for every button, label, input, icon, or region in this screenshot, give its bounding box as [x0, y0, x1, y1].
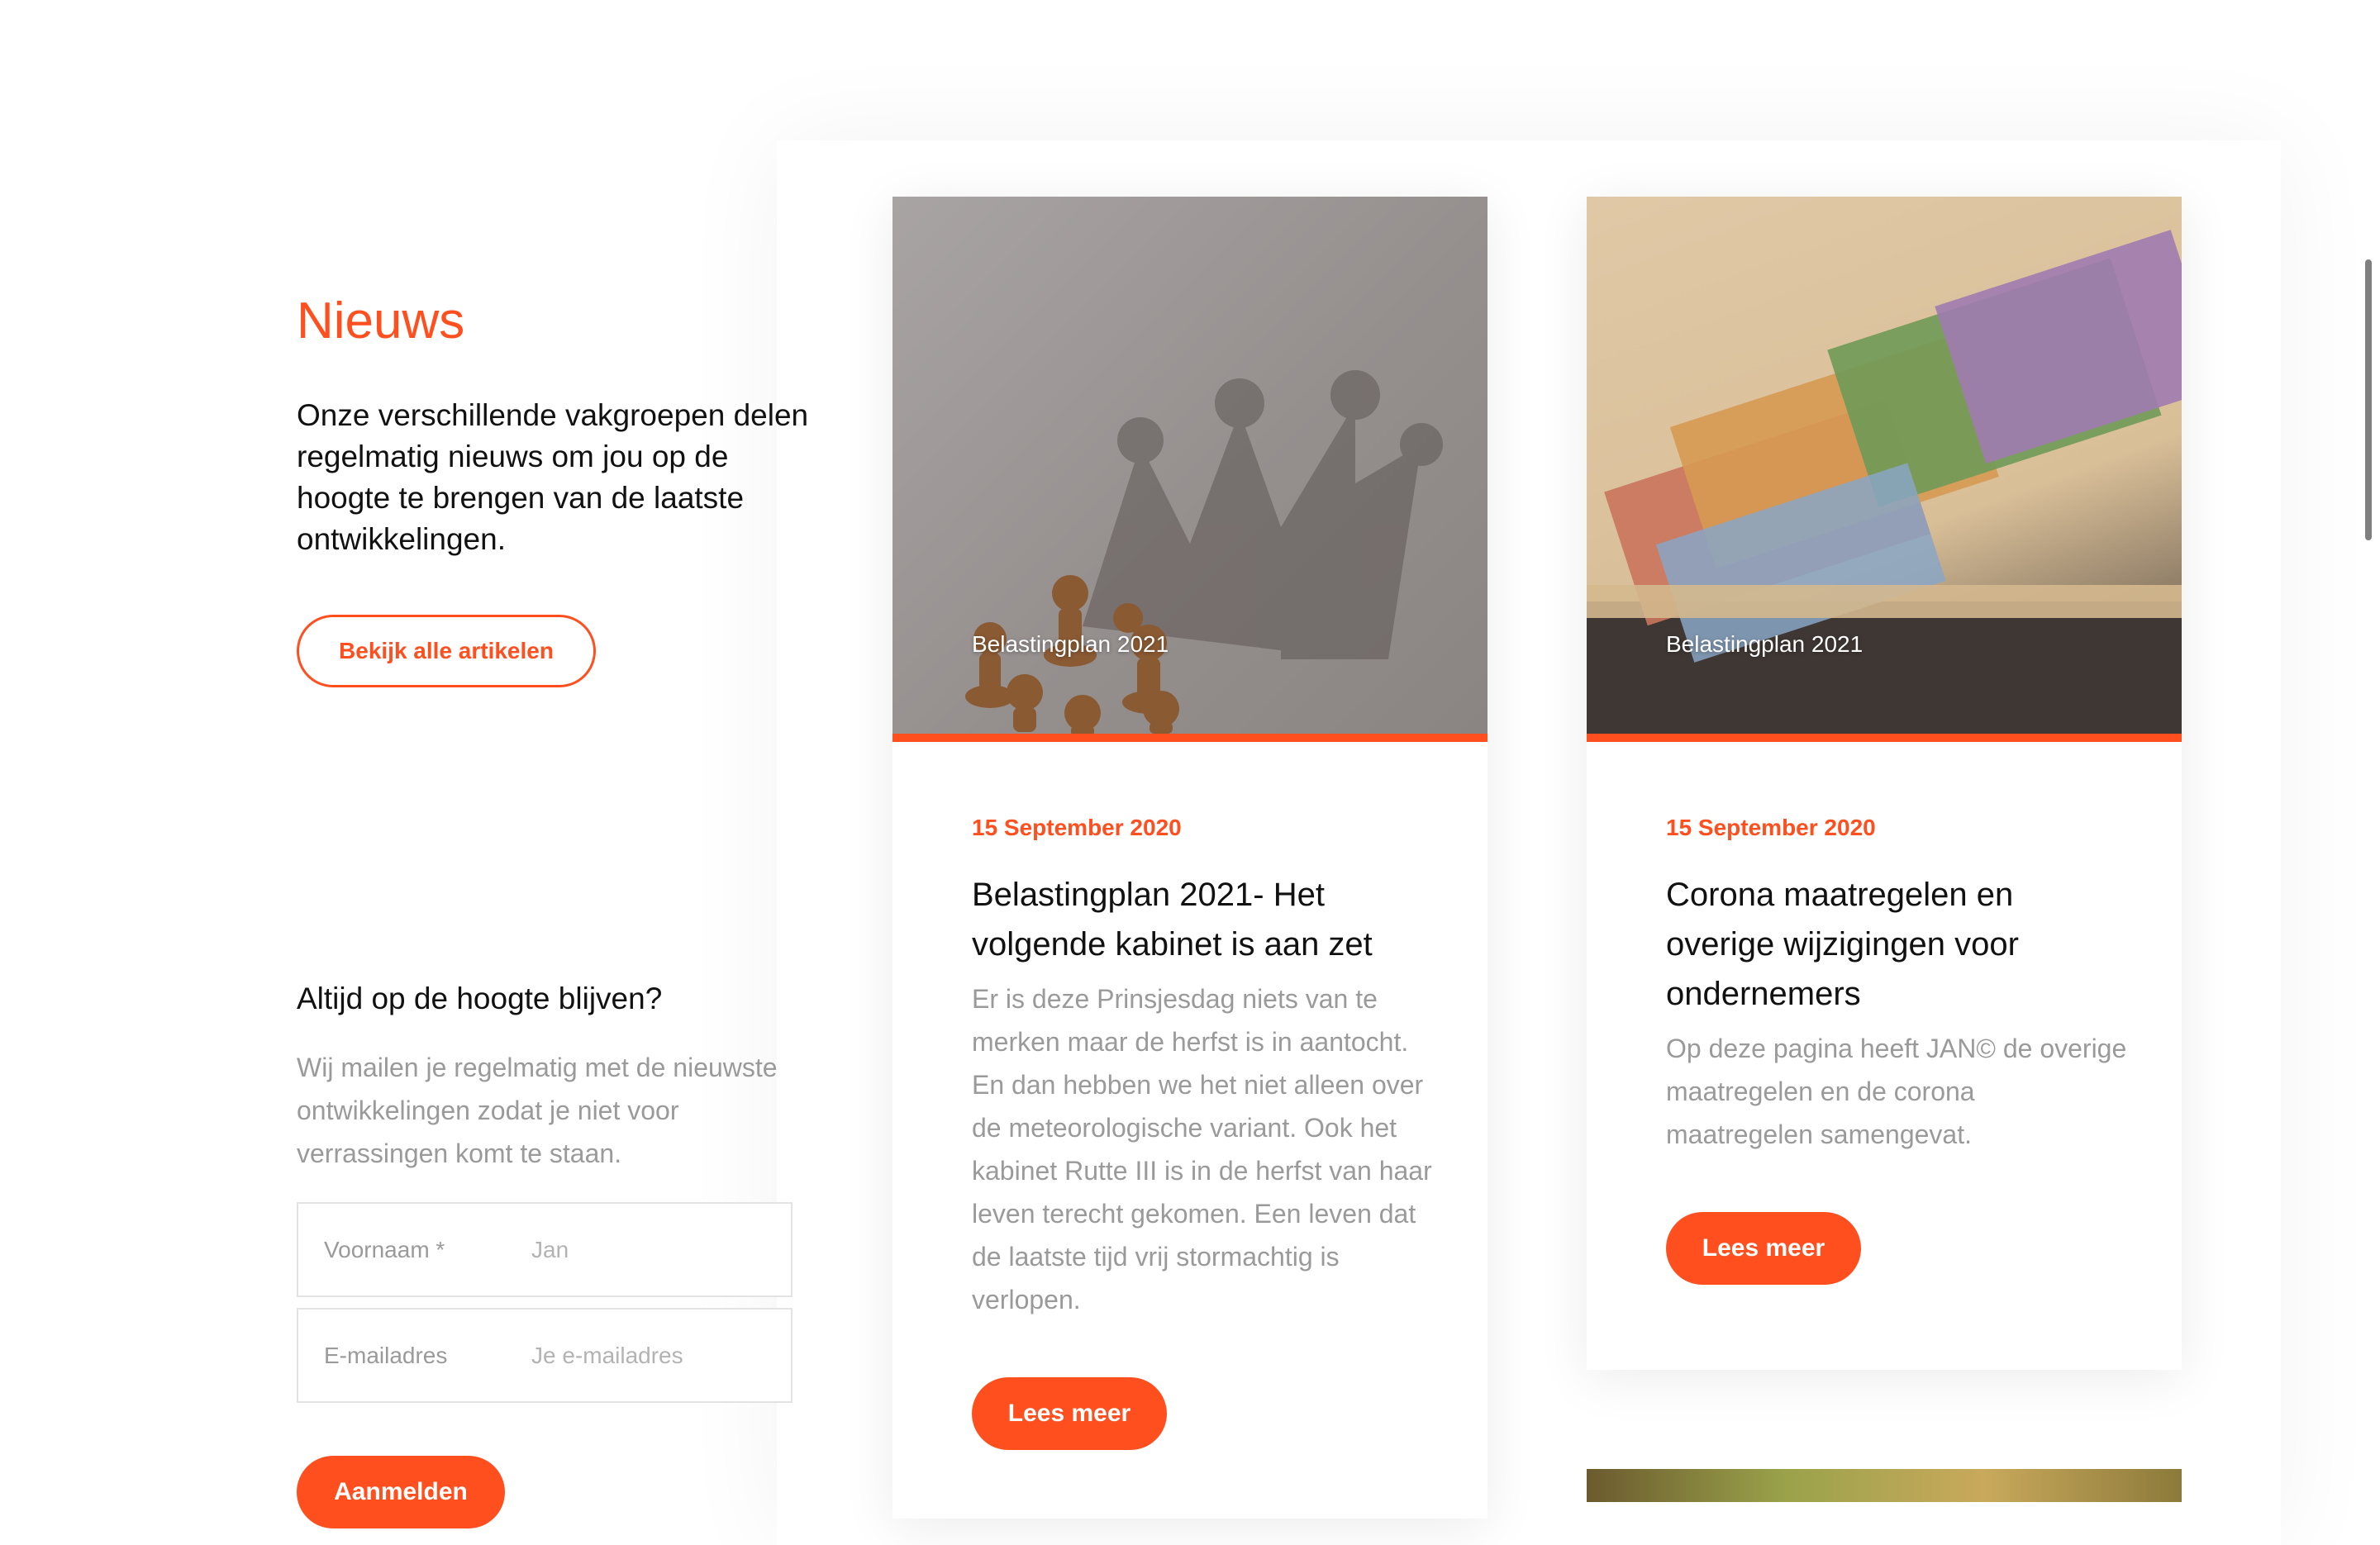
read-more-label: Lees meer — [1007, 1400, 1131, 1427]
firstname-label: Voornaam * — [324, 1236, 445, 1262]
article-title[interactable]: Corona maatregelen en overige wijziginge… — [1666, 870, 2129, 1019]
firstname-input[interactable]: Jan — [531, 1237, 569, 1263]
article-category: Belastingplan 2021 — [972, 631, 1169, 657]
next-article-image[interactable] — [1587, 1469, 2182, 1502]
newsletter-text: Wij mailen je regelmatig met de nieuwste… — [297, 1053, 778, 1168]
read-more-button[interactable]: Lees meer — [972, 1377, 1167, 1450]
firstname-field[interactable]: Voornaam * Jan — [297, 1202, 793, 1297]
view-all-articles-label: Bekijk alle artikelen — [339, 638, 554, 663]
email-input[interactable]: Je e-mailadres — [531, 1343, 683, 1369]
news-intro: Onze verschillende vakgroepen delen rege… — [297, 398, 809, 556]
read-more-button[interactable]: Lees meer — [1666, 1212, 1861, 1285]
subscribe-button[interactable]: Aanmelden — [297, 1456, 505, 1528]
article-image[interactable]: Belastingplan 2021 — [1587, 197, 2182, 742]
article-date: 15 September 2020 — [972, 815, 1182, 840]
article-card[interactable]: Belastingplan 2021 15 September 2020 Bel… — [892, 197, 1488, 1519]
article-category: Belastingplan 2021 — [1666, 631, 1864, 657]
article-excerpt: Er is deze Prinsjesdag niets van te merk… — [972, 984, 1432, 1314]
article-excerpt: Op deze pagina heeft JAN© de overige maa… — [1666, 1034, 2127, 1149]
article-image[interactable]: Belastingplan 2021 — [892, 197, 1488, 742]
article-body: 15 September 2020 Corona maatregelen en … — [1666, 815, 2129, 1285]
article-title[interactable]: Belastingplan 2021- Het volgende kabinet… — [972, 870, 1435, 969]
article-date: 15 September 2020 — [1666, 815, 1876, 840]
article-card[interactable]: Belastingplan 2021 15 September 2020 Cor… — [1587, 197, 2182, 1370]
read-more-label: Lees meer — [1702, 1234, 1825, 1262]
subscribe-label: Aanmelden — [334, 1478, 468, 1505]
article-body: 15 September 2020 Belastingplan 2021- He… — [972, 815, 1435, 1450]
email-field[interactable]: E-mailadres Je e-mailadres — [297, 1308, 793, 1403]
newsletter-title: Altijd op de hoogte blijven? — [297, 982, 663, 1015]
scrollbar-thumb[interactable] — [2365, 259, 2372, 540]
view-all-articles-button[interactable]: Bekijk alle artikelen — [297, 615, 596, 687]
email-label: E-mailadres — [324, 1342, 448, 1368]
news-title: Nieuws — [297, 292, 465, 349]
